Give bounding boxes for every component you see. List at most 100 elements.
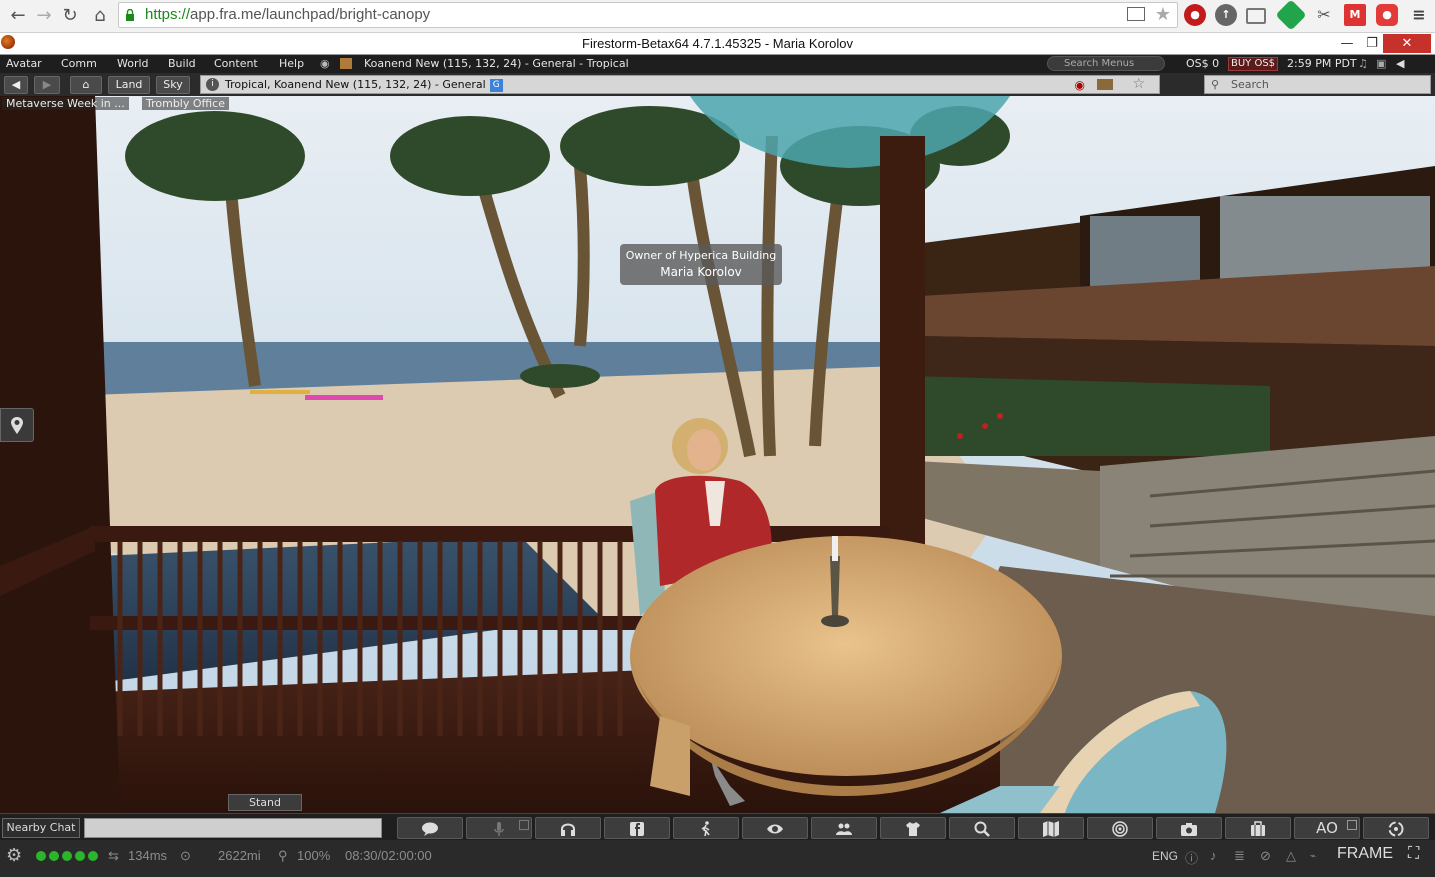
walking-person-icon: [701, 821, 710, 837]
search-icon: ⚲: [1211, 78, 1220, 91]
home-button[interactable]: ⌂: [70, 76, 102, 94]
world-map-button[interactable]: [1018, 817, 1084, 839]
favorite-item[interactable]: Trombly Office: [142, 97, 229, 110]
inventory-button[interactable]: [1225, 817, 1291, 839]
location-input[interactable]: i Tropical, Koanend New (115, 132, 24) -…: [200, 75, 1160, 94]
eye-view-icon: [767, 824, 783, 834]
signal-dot: [49, 851, 59, 861]
sky-button[interactable]: Sky: [156, 76, 190, 94]
menu-comm[interactable]: Comm: [61, 57, 97, 70]
address-bar[interactable]: https://app.fra.me/launchpad/bright-cano…: [118, 2, 1178, 28]
buy-currency-button[interactable]: BUY OS$: [1228, 57, 1279, 71]
cast-page-icon[interactable]: [1127, 7, 1145, 21]
maximize-icon[interactable]: ❐: [1360, 34, 1384, 53]
magnifier-icon: [974, 821, 990, 837]
move-button[interactable]: [673, 817, 739, 839]
chrome-menu-icon[interactable]: ≡: [1408, 4, 1430, 26]
close-icon[interactable]: ✕: [1383, 34, 1431, 53]
eye-icon[interactable]: ◉: [320, 57, 330, 70]
volume-icon[interactable]: ◀: [1396, 57, 1404, 70]
lock-icon: [126, 9, 134, 21]
ping-value: 134ms: [128, 848, 168, 863]
snapshot-button[interactable]: [1156, 817, 1222, 839]
browser-toolbar: ← → ↻ ⌂ https://app.fra.me/launchpad/bri…: [0, 0, 1435, 33]
adblock-icon[interactable]: ●: [1184, 4, 1206, 26]
star-icon[interactable]: ★: [1155, 4, 1171, 25]
stand-button[interactable]: Stand: [228, 794, 302, 811]
signal-dot: [36, 851, 46, 861]
back-icon[interactable]: ←: [6, 4, 30, 28]
ao-toggle-checkbox[interactable]: [1347, 820, 1357, 830]
search-button[interactable]: [949, 817, 1015, 839]
tools-icon[interactable]: ✂: [1313, 4, 1335, 26]
suitcase-icon: [1251, 821, 1265, 836]
quickprefs-button[interactable]: [1363, 817, 1429, 839]
fullscreen-icon[interactable]: ⛶: [1408, 845, 1419, 863]
maturity-badge: G: [489, 79, 503, 92]
clock: 2:59 PM PDT: [1287, 57, 1357, 70]
chat-button[interactable]: [397, 817, 463, 839]
search-menus-input[interactable]: Search Menus: [1047, 56, 1165, 71]
evernote-icon[interactable]: [1275, 0, 1307, 31]
reload-icon[interactable]: ↻: [58, 4, 82, 28]
home-icon[interactable]: ⌂: [88, 4, 112, 28]
music-icon[interactable]: ♫: [1358, 57, 1368, 70]
back-arrow-icon[interactable]: ◀: [4, 76, 28, 94]
gmail-icon[interactable]: M: [1344, 4, 1366, 26]
language-indicator[interactable]: ENG: [1152, 849, 1178, 863]
voice-button[interactable]: [466, 817, 532, 839]
no-voice-icon[interactable]: ◉: [1075, 77, 1085, 94]
camera-icon: [1181, 823, 1197, 836]
people-icon: [836, 823, 852, 835]
info-icon[interactable]: i: [206, 78, 219, 91]
favorite-item[interactable]: Metaverse Week in ...: [2, 97, 129, 110]
world-viewport[interactable]: Metaverse Week in ... Trombly Office Own…: [0, 96, 1435, 813]
animation-overrider-button[interactable]: AO: [1294, 817, 1360, 839]
damage-icon: △: [1286, 848, 1296, 863]
voice-mic-icon[interactable]: ♪: [1210, 848, 1217, 863]
upload-icon[interactable]: ↑: [1215, 4, 1237, 26]
menu-location[interactable]: Koanend New (115, 132, 24) - General - T…: [364, 57, 629, 70]
people-button[interactable]: [811, 817, 877, 839]
cast-icon[interactable]: [1246, 8, 1266, 24]
forward-icon[interactable]: →: [32, 4, 56, 28]
voice-toggle-checkbox[interactable]: [519, 820, 529, 830]
menu-avatar[interactable]: Avatar: [6, 57, 42, 70]
parcel-icon[interactable]: [340, 58, 352, 69]
speech-bubble-icon: [422, 822, 438, 836]
land-button[interactable]: Land: [108, 76, 150, 94]
navigation-bar: ◀ ▶ ⌂ Land Sky i Tropical, Koanend New (…: [0, 73, 1435, 96]
notifications-icon[interactable]: ≣: [1234, 848, 1245, 864]
location-value: Tropical, Koanend New (115, 132, 24) - G…: [225, 78, 486, 91]
settings-gear-icon[interactable]: ⚙: [6, 845, 22, 866]
view-button[interactable]: [742, 817, 808, 839]
menu-world[interactable]: World: [117, 57, 149, 70]
nearby-chat-button[interactable]: Nearby Chat: [2, 818, 80, 838]
window-title: Firestorm-Betax64 4.7.1.45325 - Maria Ko…: [582, 36, 853, 51]
chat-input[interactable]: [84, 818, 382, 838]
location-pin-icon: [11, 417, 23, 434]
minimize-icon[interactable]: —: [1335, 34, 1359, 53]
favorite-star-icon[interactable]: ☆: [1132, 76, 1145, 93]
menu-build[interactable]: Build: [168, 57, 196, 70]
facebook-button[interactable]: [604, 817, 670, 839]
no-build-icon[interactable]: [1097, 79, 1113, 90]
search-input[interactable]: ⚲ Search: [1204, 75, 1431, 94]
map-icon: [1043, 821, 1059, 837]
microphone-icon: [494, 822, 504, 836]
frame-toggle[interactable]: FRAME: [1337, 845, 1393, 863]
minimap-toggle[interactable]: [0, 408, 34, 442]
menu-content[interactable]: Content: [214, 57, 258, 70]
help-icon[interactable]: ⓘ: [1185, 848, 1198, 867]
radar-button[interactable]: [1087, 817, 1153, 839]
facebook-icon: [630, 822, 644, 836]
menu-help[interactable]: Help: [279, 57, 304, 70]
pathfinding-icon: ⌁: [1310, 851, 1317, 862]
forward-arrow-icon[interactable]: ▶: [34, 76, 60, 94]
voice-settings-button[interactable]: [535, 817, 601, 839]
signal-dot: [75, 851, 85, 861]
pocket-icon[interactable]: ●: [1376, 4, 1398, 26]
appearance-button[interactable]: [880, 817, 946, 839]
bottom-toolbar: Nearby Chat AO: [0, 813, 1435, 840]
media-icon[interactable]: ▣: [1376, 57, 1386, 70]
